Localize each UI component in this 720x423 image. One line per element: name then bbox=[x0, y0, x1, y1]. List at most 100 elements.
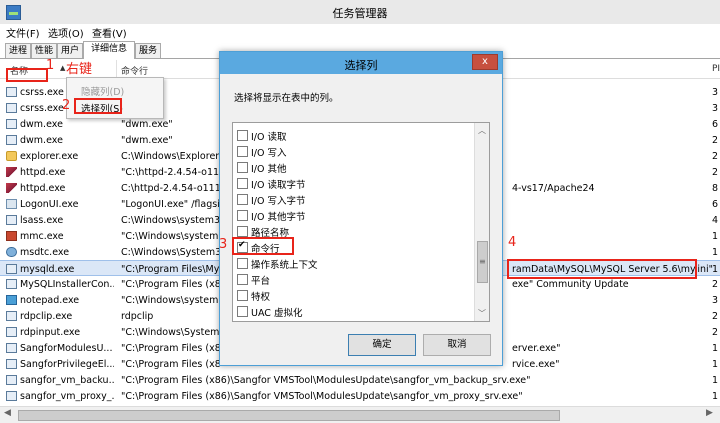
dialog-titlebar[interactable]: 选择列 x bbox=[220, 52, 502, 74]
close-button[interactable]: x bbox=[472, 54, 498, 70]
column-option[interactable]: I/O 读取字节 bbox=[237, 175, 473, 191]
tab-details[interactable]: 详细信息 bbox=[83, 41, 135, 59]
menu-view[interactable]: 查看(V) bbox=[92, 25, 127, 40]
column-option-label: 特权 bbox=[251, 292, 271, 303]
column-option[interactable]: UAC 虚拟化 bbox=[237, 303, 473, 319]
process-pid: 2 bbox=[712, 327, 719, 338]
column-pid[interactable]: PI bbox=[712, 64, 720, 74]
process-name: rdpinput.exe bbox=[20, 327, 81, 338]
checkbox[interactable] bbox=[237, 226, 248, 237]
checkbox[interactable] bbox=[237, 274, 248, 285]
checkbox[interactable] bbox=[237, 258, 248, 269]
menu-options[interactable]: 选项(O) bbox=[48, 25, 84, 40]
column-option-label: UAC 虚拟化 bbox=[251, 308, 303, 319]
checkbox[interactable] bbox=[237, 130, 248, 141]
process-pid: 1 bbox=[712, 359, 719, 370]
column-option[interactable]: I/O 写入字节 bbox=[237, 191, 473, 207]
process-name: dwm.exe bbox=[20, 119, 63, 130]
scroll-right-icon[interactable]: ▶ bbox=[706, 408, 713, 418]
checkbox[interactable] bbox=[237, 162, 248, 173]
column-option[interactable]: I/O 其他 bbox=[237, 159, 473, 175]
column-option[interactable]: 平台 bbox=[237, 271, 473, 287]
column-command-line[interactable]: 命令行 bbox=[121, 64, 148, 77]
process-pid: 1 bbox=[712, 247, 719, 258]
window-titlebar[interactable]: 任务管理器 bbox=[0, 0, 720, 25]
ok-button[interactable]: 确定 bbox=[348, 334, 416, 356]
process-pid: 2 bbox=[712, 151, 719, 162]
process-pid: 2 bbox=[712, 279, 719, 290]
process-pid: 8 bbox=[712, 183, 719, 194]
checkbox[interactable] bbox=[237, 306, 248, 317]
checkbox[interactable] bbox=[237, 146, 248, 157]
window-icon bbox=[6, 103, 17, 113]
tab-processes[interactable]: 进程 bbox=[5, 43, 31, 58]
table-row[interactable]: sangfor_vm_backu... "C:\Program Files (x8… bbox=[0, 372, 720, 388]
window-icon bbox=[6, 119, 17, 129]
column-option-label: 平台 bbox=[251, 276, 271, 287]
cancel-button[interactable]: 取消 bbox=[423, 334, 491, 356]
table-row[interactable]: sangfor_vm_proxy_... "C:\Program Files (x… bbox=[0, 388, 720, 404]
annotation-box-name-column bbox=[6, 68, 48, 82]
annotation-box-mysql-config bbox=[507, 259, 697, 279]
annotation-right-click: 右键 bbox=[66, 62, 93, 77]
process-name: MySQLInstallerCon... bbox=[20, 279, 114, 290]
column-divider bbox=[116, 60, 117, 78]
menu-hide-column[interactable]: 隐藏列(D) bbox=[81, 84, 124, 98]
process-pid: 1 bbox=[712, 391, 719, 402]
apache-feather-icon bbox=[6, 183, 17, 193]
column-option[interactable]: 特权 bbox=[237, 287, 473, 303]
process-pid: 2 bbox=[712, 311, 719, 322]
window-title: 任务管理器 bbox=[332, 7, 388, 20]
apache-feather-icon bbox=[6, 167, 17, 177]
column-option[interactable]: I/O 读取 bbox=[237, 127, 473, 143]
column-option[interactable]: I/O 写入 bbox=[237, 143, 473, 159]
window-icon bbox=[6, 311, 17, 321]
tab-services[interactable]: 服务 bbox=[135, 43, 161, 58]
window-icon bbox=[6, 359, 17, 369]
tab-users[interactable]: 用户 bbox=[57, 43, 83, 58]
window-icon bbox=[6, 87, 17, 97]
process-name: httpd.exe bbox=[20, 183, 66, 194]
process-pid: 3 bbox=[712, 295, 719, 306]
horizontal-scroll-thumb[interactable] bbox=[18, 410, 560, 421]
menu-file[interactable]: 文件(F) bbox=[6, 25, 40, 40]
process-pid: 4 bbox=[712, 215, 719, 226]
annotation-box-select-columns bbox=[74, 98, 122, 114]
process-name: mmc.exe bbox=[20, 231, 64, 242]
columns-listbox: I/O 读取 I/O 写入 I/O 其他 I/O 读取字节 I/O 写入字节 I/O 其他… bbox=[232, 122, 490, 322]
column-option-label: I/O 读取字节 bbox=[251, 180, 306, 191]
horizontal-scrollbar[interactable]: ◀ ▶ bbox=[0, 406, 720, 423]
command-line-tail: exe" Community Update bbox=[512, 279, 629, 290]
column-option[interactable]: 操作系统上下文 bbox=[237, 255, 473, 271]
checkbox[interactable] bbox=[237, 290, 248, 301]
scroll-down-icon[interactable]: ﹀ bbox=[478, 308, 486, 319]
scroll-left-icon[interactable]: ◀ bbox=[4, 408, 11, 418]
checkbox[interactable] bbox=[237, 194, 248, 205]
listbox-scrollbar[interactable]: ︿ ≡ ﹀ bbox=[474, 123, 489, 321]
column-option-label: I/O 其他 bbox=[251, 164, 287, 175]
column-option-label: I/O 写入 bbox=[251, 148, 287, 159]
process-pid: 1 bbox=[712, 343, 719, 354]
logon-icon bbox=[6, 199, 17, 209]
process-name: SangforPrivilegeEl... bbox=[20, 359, 114, 370]
window-icon bbox=[6, 279, 17, 289]
process-name: sangfor_vm_proxy_... bbox=[20, 391, 114, 402]
process-name: rdpclip.exe bbox=[20, 311, 73, 322]
grip-icon: ≡ bbox=[479, 257, 486, 266]
annotation-step-1: 1 bbox=[46, 58, 55, 73]
column-option-label: I/O 写入字节 bbox=[251, 196, 306, 207]
process-pid: 3 bbox=[712, 103, 719, 114]
process-name: msdtc.exe bbox=[20, 247, 70, 258]
notepad-icon bbox=[6, 295, 17, 305]
process-pid: 6 bbox=[712, 119, 719, 130]
explorer-icon bbox=[6, 151, 17, 161]
tab-performance[interactable]: 性能 bbox=[31, 43, 57, 58]
process-name: SangforModulesU... bbox=[20, 343, 113, 354]
dialog-title: 选择列 bbox=[344, 59, 378, 72]
process-name: lsass.exe bbox=[20, 215, 64, 226]
checkbox[interactable] bbox=[237, 178, 248, 189]
scroll-up-icon[interactable]: ︿ bbox=[478, 125, 486, 136]
gear-icon bbox=[6, 247, 17, 257]
checkbox[interactable] bbox=[237, 210, 248, 221]
column-option[interactable]: I/O 其他字节 bbox=[237, 207, 473, 223]
